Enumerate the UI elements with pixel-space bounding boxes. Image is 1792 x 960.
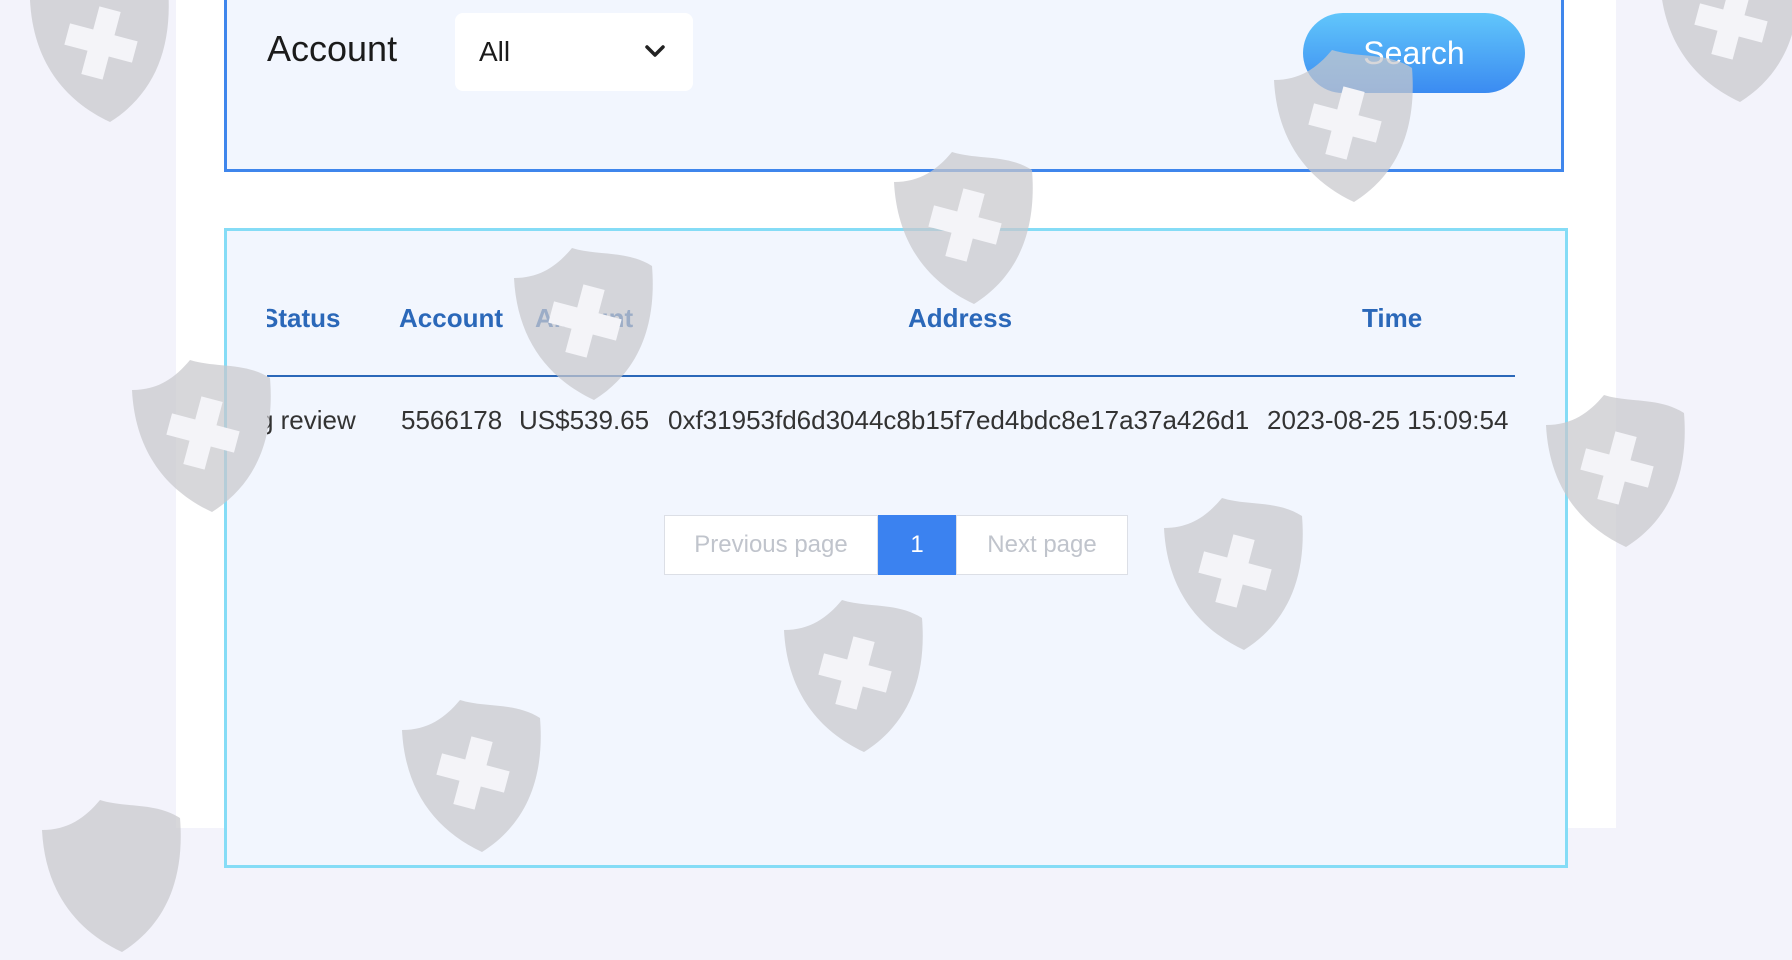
previous-page-button[interactable]: Previous page [664, 515, 878, 575]
cell-amount: US$539.65 [519, 405, 650, 435]
cell-time: 2023-08-25 15:09:54 [1267, 405, 1509, 435]
cell-status: Pending review [267, 405, 356, 435]
next-page-button[interactable]: Next page [956, 515, 1128, 575]
shield-cross-icon [42, 800, 181, 952]
account-filter-label: Account [267, 28, 398, 69]
column-header-address: Address [908, 303, 1013, 333]
column-header-time: Time [1362, 303, 1423, 333]
pagination: Previous page 1 Next page [664, 515, 1128, 575]
search-button[interactable]: Search [1303, 13, 1525, 93]
table-header-divider [267, 375, 1515, 377]
table-panel: Status Account Amount Address Time Pendi… [224, 228, 1568, 868]
shield-cross-icon [1662, 0, 1792, 102]
account-select[interactable]: All [455, 13, 693, 91]
withdrawal-table: Status Account Amount Address Time Pendi… [267, 231, 1515, 451]
column-header-status: Status [267, 303, 341, 333]
chevron-down-icon [645, 45, 665, 57]
column-header-account: Account [399, 303, 503, 333]
shield-cross-icon [30, 0, 169, 122]
cell-account: 5566178 [401, 405, 503, 435]
column-header-amount: Amount [535, 303, 634, 333]
filter-panel: Account All Search [224, 0, 1564, 172]
page-number-button[interactable]: 1 [878, 515, 956, 575]
cell-address: 0xf31953fd6d3044c8b15f7ed4bdc8e17a37a426… [668, 405, 1250, 435]
account-select-value: All [479, 36, 511, 67]
